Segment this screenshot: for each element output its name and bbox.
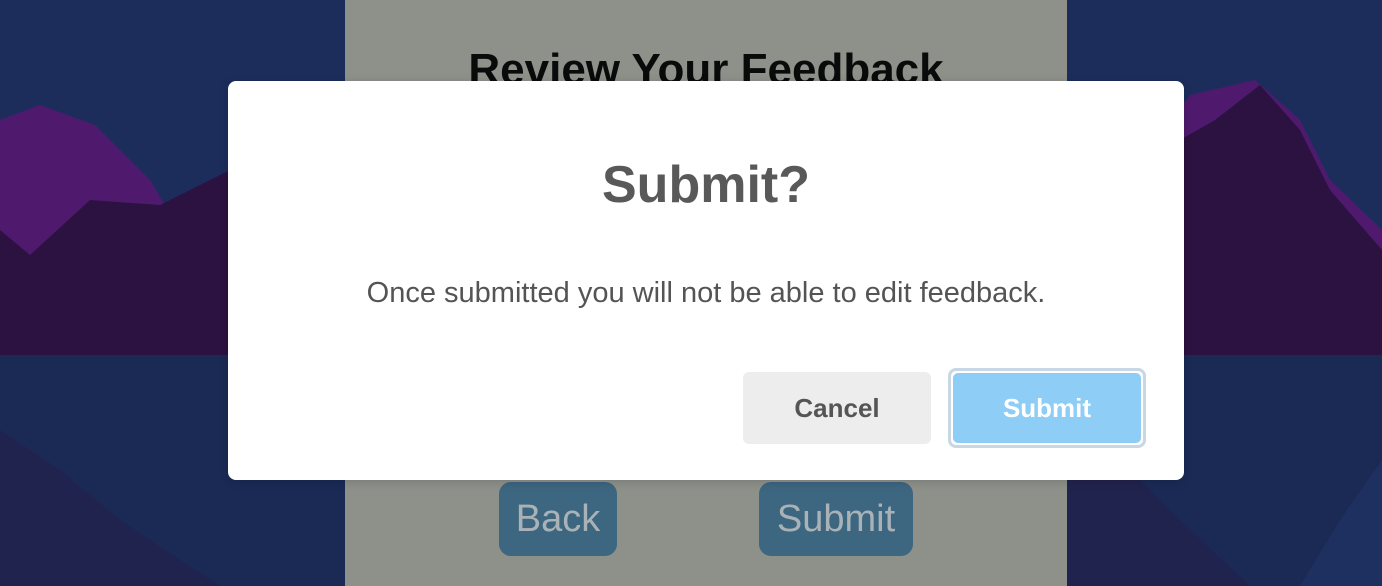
dialog-title: Submit? <box>602 156 810 214</box>
dialog-actions: Cancel Submit <box>228 368 1184 448</box>
confirm-submit-label: Submit <box>953 373 1141 443</box>
cancel-button[interactable]: Cancel <box>743 372 931 444</box>
confirm-submit-button[interactable]: Submit <box>948 368 1146 448</box>
dialog-message: Once submitted you will not be able to e… <box>366 277 1046 309</box>
confirm-dialog: Submit? Once submitted you will not be a… <box>228 81 1184 480</box>
app-stage: Review Your Feedback Back Submit Submit?… <box>0 0 1382 586</box>
modal-overlay: Submit? Once submitted you will not be a… <box>0 0 1382 586</box>
